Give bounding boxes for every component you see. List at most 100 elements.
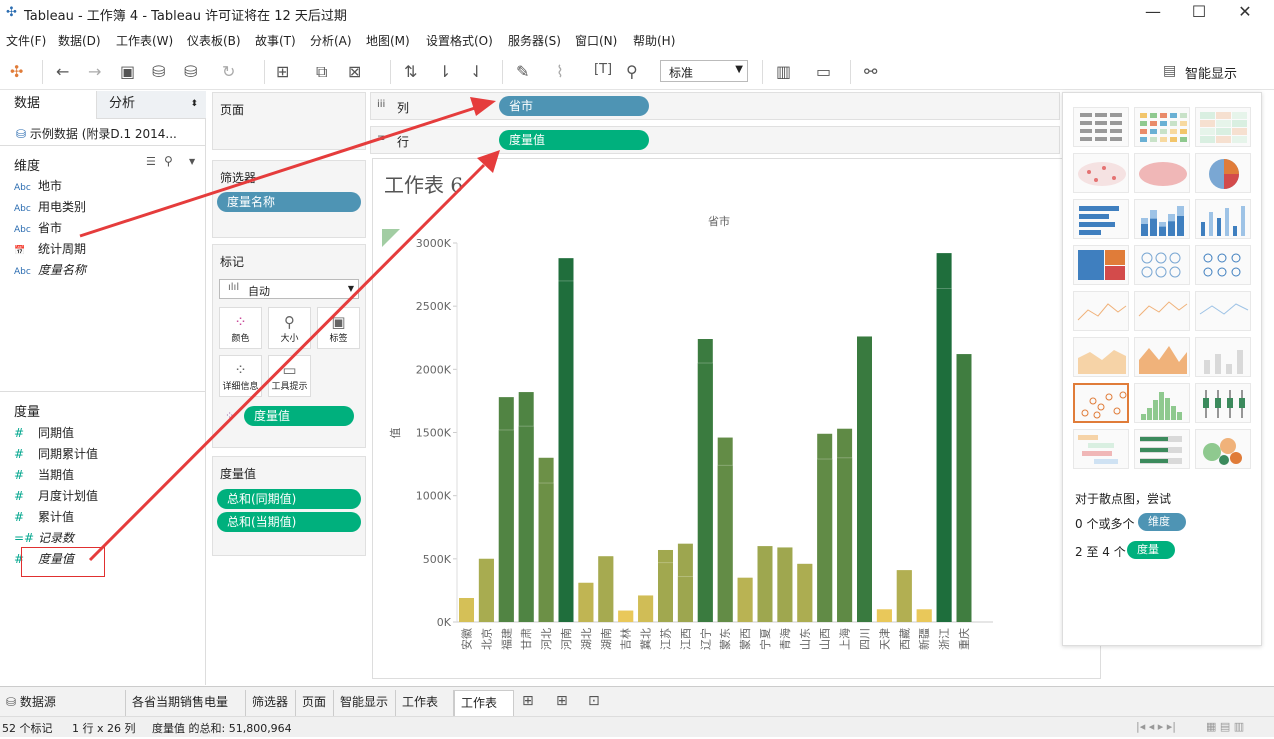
- menu-server[interactable]: 服务器(S): [508, 32, 561, 49]
- tab-sheet-5[interactable]: 工作表 5: [396, 690, 454, 733]
- dimension-field-2[interactable]: Abc 省市: [14, 219, 62, 236]
- menu-arrow-icon[interactable]: ▼: [189, 157, 195, 166]
- bar-prior[interactable]: [478, 558, 494, 622]
- horizontal-bars-thumbnail[interactable]: [1073, 199, 1129, 239]
- bar-prior[interactable]: [956, 354, 972, 622]
- area-continuous-thumbnail[interactable]: [1073, 337, 1129, 377]
- measure-field-1[interactable]: # 同期累计值: [14, 445, 98, 462]
- side-by-side-bars-thumbnail[interactable]: [1195, 199, 1251, 239]
- filter-pill[interactable]: 度量名称: [217, 192, 361, 212]
- bar-prior[interactable]: [777, 547, 793, 622]
- datasource-item[interactable]: ⛁ 示例数据 (附录D.1 2014...: [16, 125, 177, 142]
- filled-map-thumbnail[interactable]: [1134, 153, 1190, 193]
- tooltip-button[interactable]: ▭ 工具提示: [268, 355, 311, 397]
- pages-card[interactable]: 页面: [212, 92, 366, 150]
- discrete-lines-thumbnail[interactable]: [1134, 291, 1190, 331]
- continuous-lines-thumbnail[interactable]: [1073, 291, 1129, 331]
- sheet-nav-icon[interactable]: |◂ ◂ ▸ ▸|: [1136, 720, 1176, 733]
- measure-field-5[interactable]: =# 记录数: [14, 529, 74, 546]
- marks-color-pill[interactable]: 度量值: [244, 406, 354, 426]
- bar-prior[interactable]: [896, 570, 912, 622]
- sort-asc-icon[interactable]: ⇂: [438, 62, 451, 81]
- bar-prior[interactable]: [598, 556, 614, 622]
- menu-analysis[interactable]: 分析(A): [310, 32, 352, 49]
- dimension-field-0[interactable]: Abc 地市: [14, 177, 62, 194]
- columns-pill[interactable]: 省市: [499, 96, 649, 116]
- pie-chart-thumbnail[interactable]: [1195, 153, 1251, 193]
- new-worksheet-tab-icon[interactable]: ⊞: [522, 693, 534, 709]
- heat-map-thumbnail[interactable]: [1134, 107, 1190, 147]
- dual-lines-thumbnail[interactable]: [1195, 291, 1251, 331]
- undo-icon[interactable]: ←: [56, 62, 69, 81]
- bar-prior[interactable]: [498, 429, 514, 622]
- new-worksheet-icon[interactable]: ⊞: [276, 62, 289, 81]
- measure-pill-current[interactable]: 总和(当期值): [217, 512, 361, 532]
- tab-sheet-6[interactable]: 工作表 6: [454, 690, 514, 734]
- maximize-button[interactable]: ☐: [1176, 0, 1222, 26]
- new-story-tab-icon[interactable]: ⊡: [588, 693, 600, 709]
- rows-shelf[interactable]: ≡ 行 度量值: [370, 126, 1060, 154]
- show-cards-icon[interactable]: ▥: [776, 62, 791, 81]
- tableau-home-icon[interactable]: ✣: [10, 62, 23, 81]
- tab-analysis[interactable]: 分析 ⬍: [96, 91, 206, 119]
- bar-prior[interactable]: [737, 577, 753, 622]
- detail-button[interactable]: ⁘ 详细信息: [219, 355, 262, 397]
- bar-prior[interactable]: [638, 595, 654, 622]
- share-icon[interactable]: ⚯: [864, 62, 877, 81]
- bar-prior[interactable]: [837, 457, 853, 622]
- text-table-thumbnail[interactable]: [1073, 107, 1129, 147]
- bullet-graph-thumbnail[interactable]: [1134, 429, 1190, 469]
- presentation-icon[interactable]: ▭: [816, 62, 831, 81]
- dimension-field-3[interactable]: 📅 统计周期: [14, 240, 86, 257]
- list-view-icon[interactable]: ☰: [146, 155, 156, 168]
- dimension-field-1[interactable]: Abc 用电类别: [14, 198, 86, 215]
- dimension-field-4[interactable]: Abc 度量名称: [14, 261, 86, 278]
- clear-sheet-icon[interactable]: ⊠: [348, 62, 361, 81]
- histogram-thumbnail[interactable]: [1134, 383, 1190, 423]
- swap-icon[interactable]: ⇅: [404, 62, 417, 81]
- bar-prior[interactable]: [578, 582, 594, 622]
- rows-pill[interactable]: 度量值: [499, 130, 649, 150]
- bar-prior[interactable]: [697, 363, 713, 622]
- label-button[interactable]: ▣ 标签: [317, 307, 360, 349]
- smart-show-button[interactable]: ▤ 智能显示: [1153, 55, 1263, 89]
- mark-type-select[interactable]: ılıl 自动 ▼: [219, 279, 359, 299]
- fit-select[interactable]: 标准 ▼: [660, 60, 748, 82]
- bar-prior[interactable]: [677, 576, 693, 622]
- bar-prior[interactable]: [876, 609, 892, 622]
- measure-field-2[interactable]: # 当期值: [14, 466, 74, 483]
- refresh-icon[interactable]: ↻: [222, 62, 235, 81]
- new-datasource-icon[interactable]: ⛁: [152, 62, 165, 81]
- bar-prior[interactable]: [558, 280, 574, 622]
- area-discrete-thumbnail[interactable]: [1134, 337, 1190, 377]
- menu-help[interactable]: 帮助(H): [633, 32, 675, 49]
- menu-map[interactable]: 地图(M): [366, 32, 410, 49]
- menu-file[interactable]: 文件(F): [6, 32, 46, 49]
- measure-field-4[interactable]: # 累计值: [14, 508, 74, 525]
- tab-sheet-3[interactable]: 页面: [296, 690, 334, 716]
- measure-field-0[interactable]: # 同期值: [14, 424, 74, 441]
- bar-prior[interactable]: [916, 609, 932, 622]
- side-by-side-circles-thumbnail[interactable]: [1195, 245, 1251, 285]
- stacked-bars-thumbnail[interactable]: [1134, 199, 1190, 239]
- measure-field-3[interactable]: # 月度计划值: [14, 487, 98, 504]
- scatter-plot-thumbnail[interactable]: [1073, 383, 1129, 423]
- gantt-chart-thumbnail[interactable]: [1073, 429, 1129, 469]
- filters-card[interactable]: 筛选器 度量名称: [212, 160, 366, 238]
- bar-prior[interactable]: [717, 465, 733, 622]
- highlight-table-thumbnail[interactable]: [1195, 107, 1251, 147]
- color-button[interactable]: ⁘ 颜色: [219, 307, 262, 349]
- menu-dashboard[interactable]: 仪表板(B): [187, 32, 241, 49]
- close-button[interactable]: ✕: [1222, 0, 1268, 26]
- bar-prior[interactable]: [757, 546, 773, 622]
- bar-prior[interactable]: [817, 459, 833, 622]
- bar-prior[interactable]: [459, 597, 474, 622]
- dual-combination-thumbnail[interactable]: [1195, 337, 1251, 377]
- bar-prior[interactable]: [857, 336, 872, 622]
- bar-prior[interactable]: [538, 483, 554, 622]
- new-dashboard-tab-icon[interactable]: ⊞: [556, 693, 568, 709]
- size-button[interactable]: ⚲ 大小: [268, 307, 311, 349]
- bar-prior[interactable]: [936, 288, 952, 622]
- circle-views-thumbnail[interactable]: [1134, 245, 1190, 285]
- tab-data[interactable]: 数据: [0, 91, 96, 119]
